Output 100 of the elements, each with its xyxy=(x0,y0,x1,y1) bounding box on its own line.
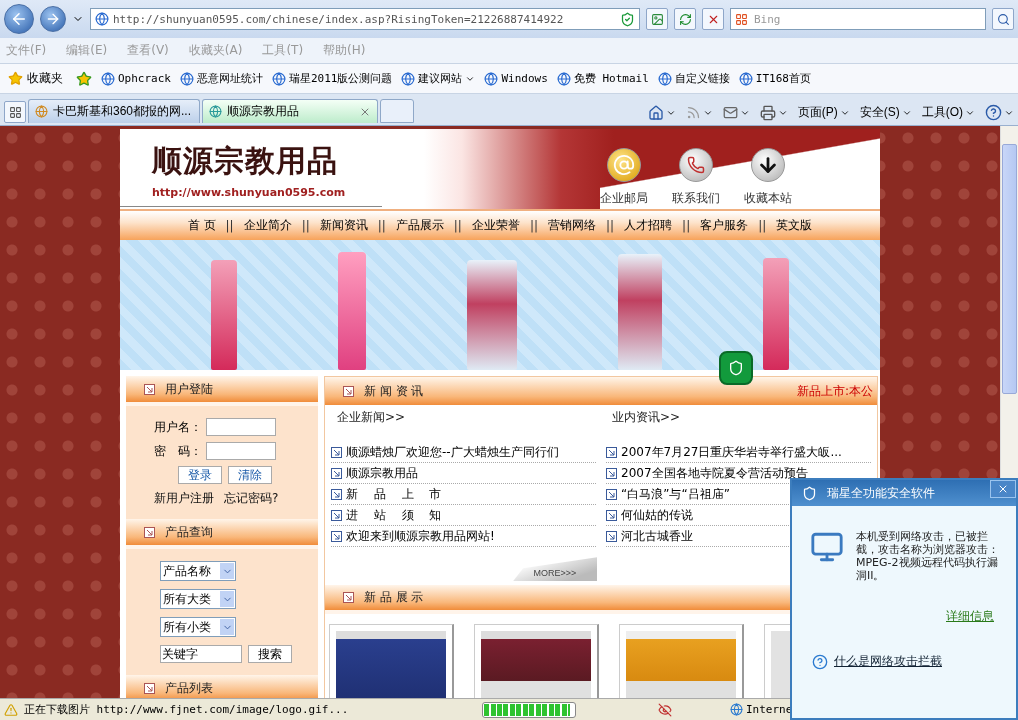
select-field[interactable]: 所有大类 xyxy=(160,589,236,609)
news-link[interactable]: 欢迎来到顺源宗教用品网站! xyxy=(346,527,495,545)
nav-link[interactable]: 产品展示 xyxy=(395,217,444,234)
square-icon xyxy=(343,592,354,604)
browser-tab[interactable]: 卡巴斯基和360都报的网... xyxy=(28,99,200,123)
arrow-icon xyxy=(331,530,342,542)
site-logo: 顺源宗教用品 xyxy=(152,142,339,180)
scroll-thumb[interactable] xyxy=(1002,144,1017,394)
more-button[interactable]: MORE>>> xyxy=(513,557,597,582)
clear-button[interactable]: 清除 xyxy=(228,466,272,484)
favorite-link[interactable]: 建议网站 xyxy=(401,71,476,86)
nav-link[interactable]: 企业荣誉 xyxy=(471,217,520,234)
add-favorite-icon[interactable] xyxy=(76,70,92,87)
caret-icon xyxy=(220,619,234,635)
text-link[interactable]: 新用户注册 xyxy=(154,490,214,507)
header-link[interactable]: 联系我们 xyxy=(672,148,720,207)
down-arrow-icon xyxy=(757,154,779,176)
search-button[interactable] xyxy=(992,8,1014,30)
nav-link[interactable]: 企业简介 xyxy=(243,217,292,234)
help-link[interactable]: 什么是网络攻击拦截 xyxy=(834,653,942,670)
nav-separator: || xyxy=(529,218,538,233)
input-field[interactable] xyxy=(206,418,276,436)
home-button[interactable] xyxy=(647,104,676,121)
details-link[interactable]: 详细信息 xyxy=(946,608,994,625)
caret-icon xyxy=(220,563,234,579)
search-button[interactable]: 搜索 xyxy=(248,645,292,663)
menu-button[interactable]: 工具(O) xyxy=(921,104,975,121)
mail-button[interactable] xyxy=(722,105,750,120)
refresh-button[interactable] xyxy=(674,8,696,30)
forward-arrow-icon xyxy=(45,11,61,27)
column-heading[interactable]: 企业新闻>> xyxy=(331,409,596,443)
input-field[interactable] xyxy=(206,442,276,460)
blocked-eye-icon xyxy=(658,702,672,717)
column-heading[interactable]: 业内资讯>> xyxy=(606,409,871,443)
warning-icon xyxy=(4,702,18,717)
arrow-icon xyxy=(331,488,342,500)
print-button[interactable] xyxy=(759,104,788,121)
login-button[interactable]: 登录 xyxy=(178,466,222,484)
select-field[interactable]: 所有小类 xyxy=(160,617,236,637)
shield-icon xyxy=(728,360,744,376)
news-link[interactable]: 2007年7月27日重庆华岩寺举行盛大皈... xyxy=(621,443,842,461)
nav-link[interactable]: 首 页 xyxy=(187,217,216,234)
header-link[interactable]: 收藏本站 xyxy=(744,148,792,207)
home-icon xyxy=(647,104,664,121)
grid-logo-icon xyxy=(735,12,748,26)
news-link[interactable]: 顺源宗教用品 xyxy=(346,464,418,482)
favorite-link[interactable]: Windows xyxy=(484,71,548,86)
favorite-link[interactable]: Ophcrack xyxy=(101,71,171,86)
favorites-button[interactable]: 收藏夹 xyxy=(4,70,67,87)
product-card[interactable] xyxy=(329,623,454,698)
back-button[interactable] xyxy=(4,4,34,34)
nav-link[interactable]: 客户服务 xyxy=(700,217,749,234)
news-link[interactable]: 2007全国各地寺院夏令营活动预告 xyxy=(621,464,808,482)
news-link[interactable]: 新 品 上 市 xyxy=(346,485,442,503)
search-bar[interactable]: Bing xyxy=(730,8,986,30)
new-tab-button[interactable] xyxy=(380,99,414,123)
panel-title: 产品列表 xyxy=(165,679,213,697)
favorite-link[interactable]: 自定义链接 xyxy=(657,71,730,86)
page-icon xyxy=(657,71,672,86)
news-link[interactable]: 进 站 须 知 xyxy=(346,506,442,524)
select-field[interactable]: 产品名称 xyxy=(160,561,236,581)
nav-separator: || xyxy=(301,218,310,233)
arrow-icon xyxy=(331,446,342,458)
page-icon xyxy=(738,71,753,86)
nav-link[interactable]: 人才招聘 xyxy=(624,217,673,234)
app-badge[interactable] xyxy=(719,351,753,385)
favorite-link[interactable]: 瑞星2011版公测问题 xyxy=(272,71,393,86)
nav-separator: || xyxy=(377,218,386,233)
page-icon xyxy=(35,105,48,118)
close-icon xyxy=(997,483,1009,495)
news-link[interactable]: 顺源蜡烛厂欢迎您--广大蜡烛生产同行们 xyxy=(346,443,559,461)
help-button[interactable] xyxy=(985,104,1014,121)
nav-link[interactable]: 英文版 xyxy=(776,217,813,234)
favorite-link[interactable]: IT168首页 xyxy=(738,71,811,86)
field-label: 用户名： xyxy=(154,418,203,436)
address-bar[interactable]: http://shunyuan0595.com/chinese/index.asp?RisingToken=21226887414922 xyxy=(90,8,640,30)
forward-button[interactable] xyxy=(40,6,66,32)
header-link[interactable]: 企业邮局 xyxy=(600,148,648,207)
feed-icon xyxy=(685,105,701,120)
news-link[interactable]: 何仙姑的传说 xyxy=(621,506,693,524)
quick-tabs-button[interactable] xyxy=(4,101,26,123)
close-button[interactable] xyxy=(990,480,1016,498)
nav-link[interactable]: 营销网络 xyxy=(548,217,596,234)
panel-title: 产品查询 xyxy=(165,523,213,541)
text-link[interactable]: 忘记密码? xyxy=(224,490,279,507)
news-link[interactable]: 河北古城香业 xyxy=(621,527,693,545)
browser-tab[interactable]: 顺源宗教用品 xyxy=(202,99,378,123)
news-link[interactable]: “白马浪”与“吕祖庙” xyxy=(621,485,730,503)
nav-link[interactable]: 新闻资讯 xyxy=(319,217,368,234)
keyword-field[interactable]: 关键字 xyxy=(160,645,242,663)
menu-button[interactable]: 安全(S) xyxy=(859,104,912,121)
stop-button[interactable] xyxy=(702,8,724,30)
feed-button[interactable] xyxy=(685,105,713,120)
arrow-icon xyxy=(606,488,617,500)
favorite-link[interactable]: 免费 Hotmail xyxy=(556,71,649,86)
favorite-link[interactable]: 恶意网址统计 xyxy=(180,71,263,86)
product-card[interactable] xyxy=(474,623,599,698)
menu-button[interactable]: 页面(P) xyxy=(797,104,850,121)
compatibility-button[interactable] xyxy=(646,8,668,30)
page-icon xyxy=(484,71,499,86)
